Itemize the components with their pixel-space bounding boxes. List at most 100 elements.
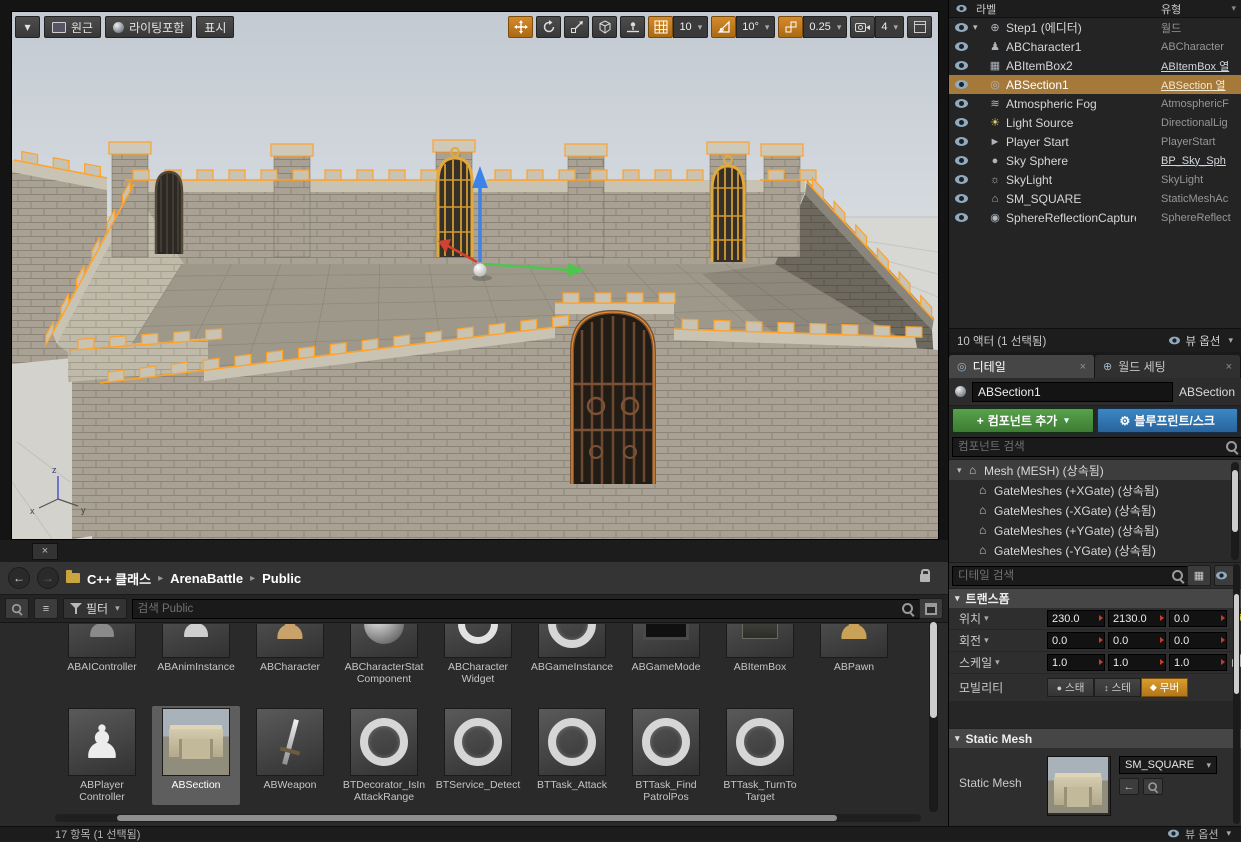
- numeric-field[interactable]: 0.0: [1169, 632, 1227, 649]
- numeric-field[interactable]: 2130.0: [1108, 610, 1166, 627]
- component-row[interactable]: ▾ ⌂ Mesh (MESH) (상속됨): [949, 460, 1241, 480]
- breadcrumb-arenabattle[interactable]: ArenaBattle: [170, 571, 243, 586]
- property-label[interactable]: 회전 ▾: [959, 632, 1047, 649]
- rotation-snap-button[interactable]: [711, 16, 737, 38]
- component-tree-scrollbar[interactable]: [1231, 462, 1239, 560]
- scale-snap-value[interactable]: 0.25 ▾: [803, 16, 848, 38]
- visibility-eye-icon[interactable]: [955, 61, 968, 70]
- asset-tile[interactable]: ABCharacter: [246, 622, 334, 687]
- asset-tile[interactable]: ABSection: [152, 706, 240, 805]
- numeric-field[interactable]: 1.0: [1108, 654, 1166, 671]
- grid-snap-button[interactable]: [648, 16, 674, 38]
- numeric-field[interactable]: 0.0: [1047, 632, 1105, 649]
- browse-to-asset-button[interactable]: [1143, 778, 1163, 795]
- asset-grid-hscrollbar[interactable]: [55, 814, 921, 822]
- asset-search-input[interactable]: [131, 598, 922, 619]
- asset-tile[interactable]: ABAIController: [58, 622, 146, 687]
- blueprint-script-button[interactable]: ⚙ 블루프린트/스크: [1096, 408, 1238, 433]
- visibility-eye-icon[interactable]: [955, 156, 968, 165]
- asset-tile[interactable]: BTService_Detect: [434, 706, 522, 805]
- property-matrix-button[interactable]: ▦: [1187, 565, 1211, 586]
- move-tool-button[interactable]: [508, 16, 534, 38]
- asset-tile[interactable]: BTTask_Find PatrolPos: [622, 706, 710, 805]
- perspective-button[interactable]: 원근: [44, 16, 102, 38]
- visibility-eye-icon[interactable]: [955, 99, 968, 108]
- add-component-button[interactable]: + 컴포넌트 추가 ▾: [952, 408, 1094, 433]
- actor-type[interactable]: ABSection 열: [1161, 77, 1239, 93]
- column-label[interactable]: 라벨: [976, 1, 996, 17]
- viewport-3d-scene[interactable]: z x y: [11, 12, 939, 540]
- asset-tile[interactable]: BTTask_TurnTo Target: [716, 706, 804, 805]
- component-row[interactable]: ⌂ GateMeshes (+YGate) (상속됨): [949, 520, 1241, 540]
- close-icon[interactable]: ×: [1080, 361, 1086, 373]
- visibility-eye-icon[interactable]: [955, 80, 968, 89]
- asset-tile[interactable]: ABCharacterStat Component: [340, 622, 428, 687]
- component-row[interactable]: ⌂ GateMeshes (-YGate) (상속됨): [949, 540, 1241, 560]
- outliner-row[interactable]: ⌂ SM_SQUARE StaticMeshAc: [949, 189, 1241, 208]
- forward-button[interactable]: →: [37, 567, 59, 589]
- back-button[interactable]: ←: [8, 567, 30, 589]
- numeric-field[interactable]: 230.0: [1047, 610, 1105, 627]
- static-mesh-thumbnail[interactable]: [1047, 756, 1111, 816]
- breadcrumb-cpp-classes[interactable]: C++ 클래스: [87, 569, 151, 588]
- actor-type[interactable]: ABItemBox 열: [1161, 58, 1239, 74]
- visibility-eye-icon[interactable]: [955, 213, 968, 222]
- filter-button[interactable]: 필터 ▾: [63, 598, 127, 619]
- tab-details[interactable]: ◎ 디테일 ×: [949, 355, 1095, 378]
- outliner-row[interactable]: ▾ ⊕ Step1 (에디터) 월드: [949, 18, 1241, 37]
- transform-section-header[interactable]: ▾ 트랜스폼: [949, 588, 1241, 608]
- outliner-row[interactable]: ☼ SkyLight SkyLight: [949, 170, 1241, 189]
- camera-speed-value[interactable]: 4 ▾: [875, 16, 904, 38]
- numeric-field[interactable]: 1.0: [1169, 654, 1227, 671]
- sources-search-button[interactable]: [5, 598, 29, 619]
- viewport-options-button[interactable]: ▾: [15, 16, 40, 38]
- rotation-snap-value[interactable]: 10° ▾: [736, 16, 776, 38]
- asset-tile[interactable]: ABPlayer Controller: [58, 706, 146, 805]
- asset-tile[interactable]: ABGameInstance: [528, 622, 616, 687]
- breadcrumb-public[interactable]: Public: [262, 571, 301, 586]
- numeric-field[interactable]: 1.0: [1047, 654, 1105, 671]
- asset-tile[interactable]: ABPawn: [810, 622, 898, 687]
- actor-name-field[interactable]: [972, 381, 1173, 402]
- maximize-viewport-button[interactable]: [907, 16, 932, 38]
- outliner-row[interactable]: ▦ ABItemBox2 ABItemBox 열: [949, 56, 1241, 75]
- outliner-row[interactable]: ☀ Light Source DirectionalLig: [949, 113, 1241, 132]
- asset-tile[interactable]: ABCharacter Widget: [434, 622, 522, 687]
- camera-speed-button[interactable]: [850, 16, 876, 38]
- outliner-row[interactable]: ◎ ABSection1 ABSection 열: [949, 75, 1241, 94]
- viewport-3d-view[interactable]: z x y ▾ 원근 라이팅포함 표시 10 ▾ 10° ▾ 0.25 ▾ 4 …: [11, 11, 939, 540]
- coordinate-system-button[interactable]: [592, 16, 618, 38]
- asset-tile[interactable]: ABAnimInstance: [152, 622, 240, 687]
- outliner-row[interactable]: ♟ ABCharacter1 ABCharacter: [949, 37, 1241, 56]
- column-type[interactable]: 유형: [1161, 1, 1181, 17]
- use-selected-asset-button[interactable]: ←: [1119, 778, 1139, 795]
- visibility-eye-icon[interactable]: [955, 23, 968, 32]
- static-mesh-section-header[interactable]: ▾ Static Mesh: [949, 728, 1241, 748]
- numeric-field[interactable]: 0.0: [1108, 632, 1166, 649]
- visibility-eye-icon[interactable]: [955, 137, 968, 146]
- grid-snap-value[interactable]: 10 ▾: [673, 16, 709, 38]
- component-row[interactable]: ⌂ GateMeshes (+XGate) (상속됨): [949, 480, 1241, 500]
- tab-world-settings[interactable]: ⊕ 월드 세팅 ×: [1095, 355, 1241, 378]
- show-flags-button[interactable]: 표시: [196, 16, 235, 38]
- expander-icon[interactable]: ▾: [957, 465, 969, 476]
- sources-panel-toggle[interactable]: ≡: [34, 598, 58, 619]
- visibility-eye-icon[interactable]: [955, 118, 968, 127]
- outliner-row[interactable]: ≋ Atmospheric Fog AtmosphericF: [949, 94, 1241, 113]
- mobility-stationary-button[interactable]: ↕ 스테: [1094, 678, 1141, 697]
- numeric-field[interactable]: 0.0: [1169, 610, 1227, 627]
- visibility-eye-icon[interactable]: [955, 42, 968, 51]
- outliner-view-options-button[interactable]: 뷰 옵션 ▾: [1168, 333, 1233, 349]
- outliner-row[interactable]: ► Player Start PlayerStart: [949, 132, 1241, 151]
- close-tab-button[interactable]: ×: [32, 543, 58, 560]
- lock-icon[interactable]: [915, 569, 930, 585]
- details-scrollbar[interactable]: [1233, 564, 1240, 824]
- close-icon[interactable]: ×: [1226, 361, 1232, 373]
- asset-grid-vscrollbar[interactable]: [929, 622, 938, 812]
- actor-type[interactable]: BP_Sky_Sph: [1161, 155, 1239, 167]
- property-label[interactable]: 위치 ▾: [959, 610, 1047, 627]
- visibility-eye-icon[interactable]: [955, 175, 968, 184]
- outliner-row[interactable]: ● Sky Sphere BP_Sky_Sph: [949, 151, 1241, 170]
- mobility-static-button[interactable]: ● 스태: [1047, 678, 1094, 697]
- surface-snap-button[interactable]: [620, 16, 646, 38]
